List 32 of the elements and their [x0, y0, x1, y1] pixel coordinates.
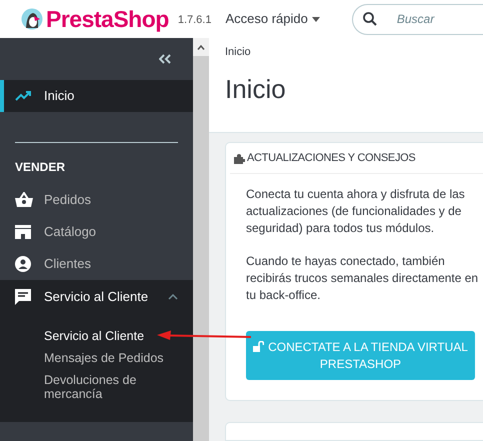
sidebar-item[interactable]: Clientes	[0, 248, 193, 280]
store-icon	[15, 225, 31, 239]
collapse-sidebar-icon[interactable]	[159, 54, 171, 64]
chat-icon	[15, 289, 31, 305]
version-label: 1.7.6.1	[178, 13, 212, 28]
sidebar-item[interactable]: Pedidos	[0, 184, 193, 216]
card-paragraph: Conecta tu cuenta ahora y disfruta de las actualizaciones (de funcionalidades y de seguridad) para todos tus módulos.	[246, 186, 466, 238]
trend-icon	[15, 90, 33, 102]
quick-access-dropdown[interactable]: Acceso rápido	[225, 9, 320, 29]
search-field[interactable]: Buscar	[352, 4, 483, 34]
scroll-up-icon[interactable]	[197, 44, 205, 50]
sidebar-item[interactable]: Catálogo	[0, 216, 193, 248]
search-icon	[362, 12, 377, 26]
breadcrumb[interactable]: Inicio	[225, 44, 483, 60]
submenu-item[interactable]: Devoluciones de mercancía	[44, 370, 183, 404]
card-title: ACTUALIZACIONES Y CONSEJOS	[247, 150, 416, 166]
page-title: Inicio	[225, 72, 287, 106]
caret-icon	[312, 16, 320, 22]
submenu-item[interactable]: Servicio al Cliente	[44, 326, 183, 346]
puffin-logo-icon	[21, 8, 43, 30]
puzzle-icon	[234, 152, 245, 164]
brand-name: PrestaShop	[46, 8, 169, 30]
scrollbar[interactable]	[193, 38, 209, 441]
basket-icon	[15, 192, 33, 208]
card-paragraph: Cuando te hayas conectado, también recibirás trucos semanales directamente en tu back-office.	[246, 253, 480, 304]
submenu-item[interactable]: Mensajes de Pedidos	[44, 348, 183, 368]
sidebar-item[interactable]: Inicio	[0, 80, 193, 112]
unlock-icon	[253, 340, 264, 352]
user-icon	[15, 256, 31, 272]
section-heading: VENDER	[14, 159, 66, 176]
chevron-up-icon	[168, 294, 178, 300]
sidebar-item[interactable]: Servicio al Cliente	[0, 280, 193, 314]
